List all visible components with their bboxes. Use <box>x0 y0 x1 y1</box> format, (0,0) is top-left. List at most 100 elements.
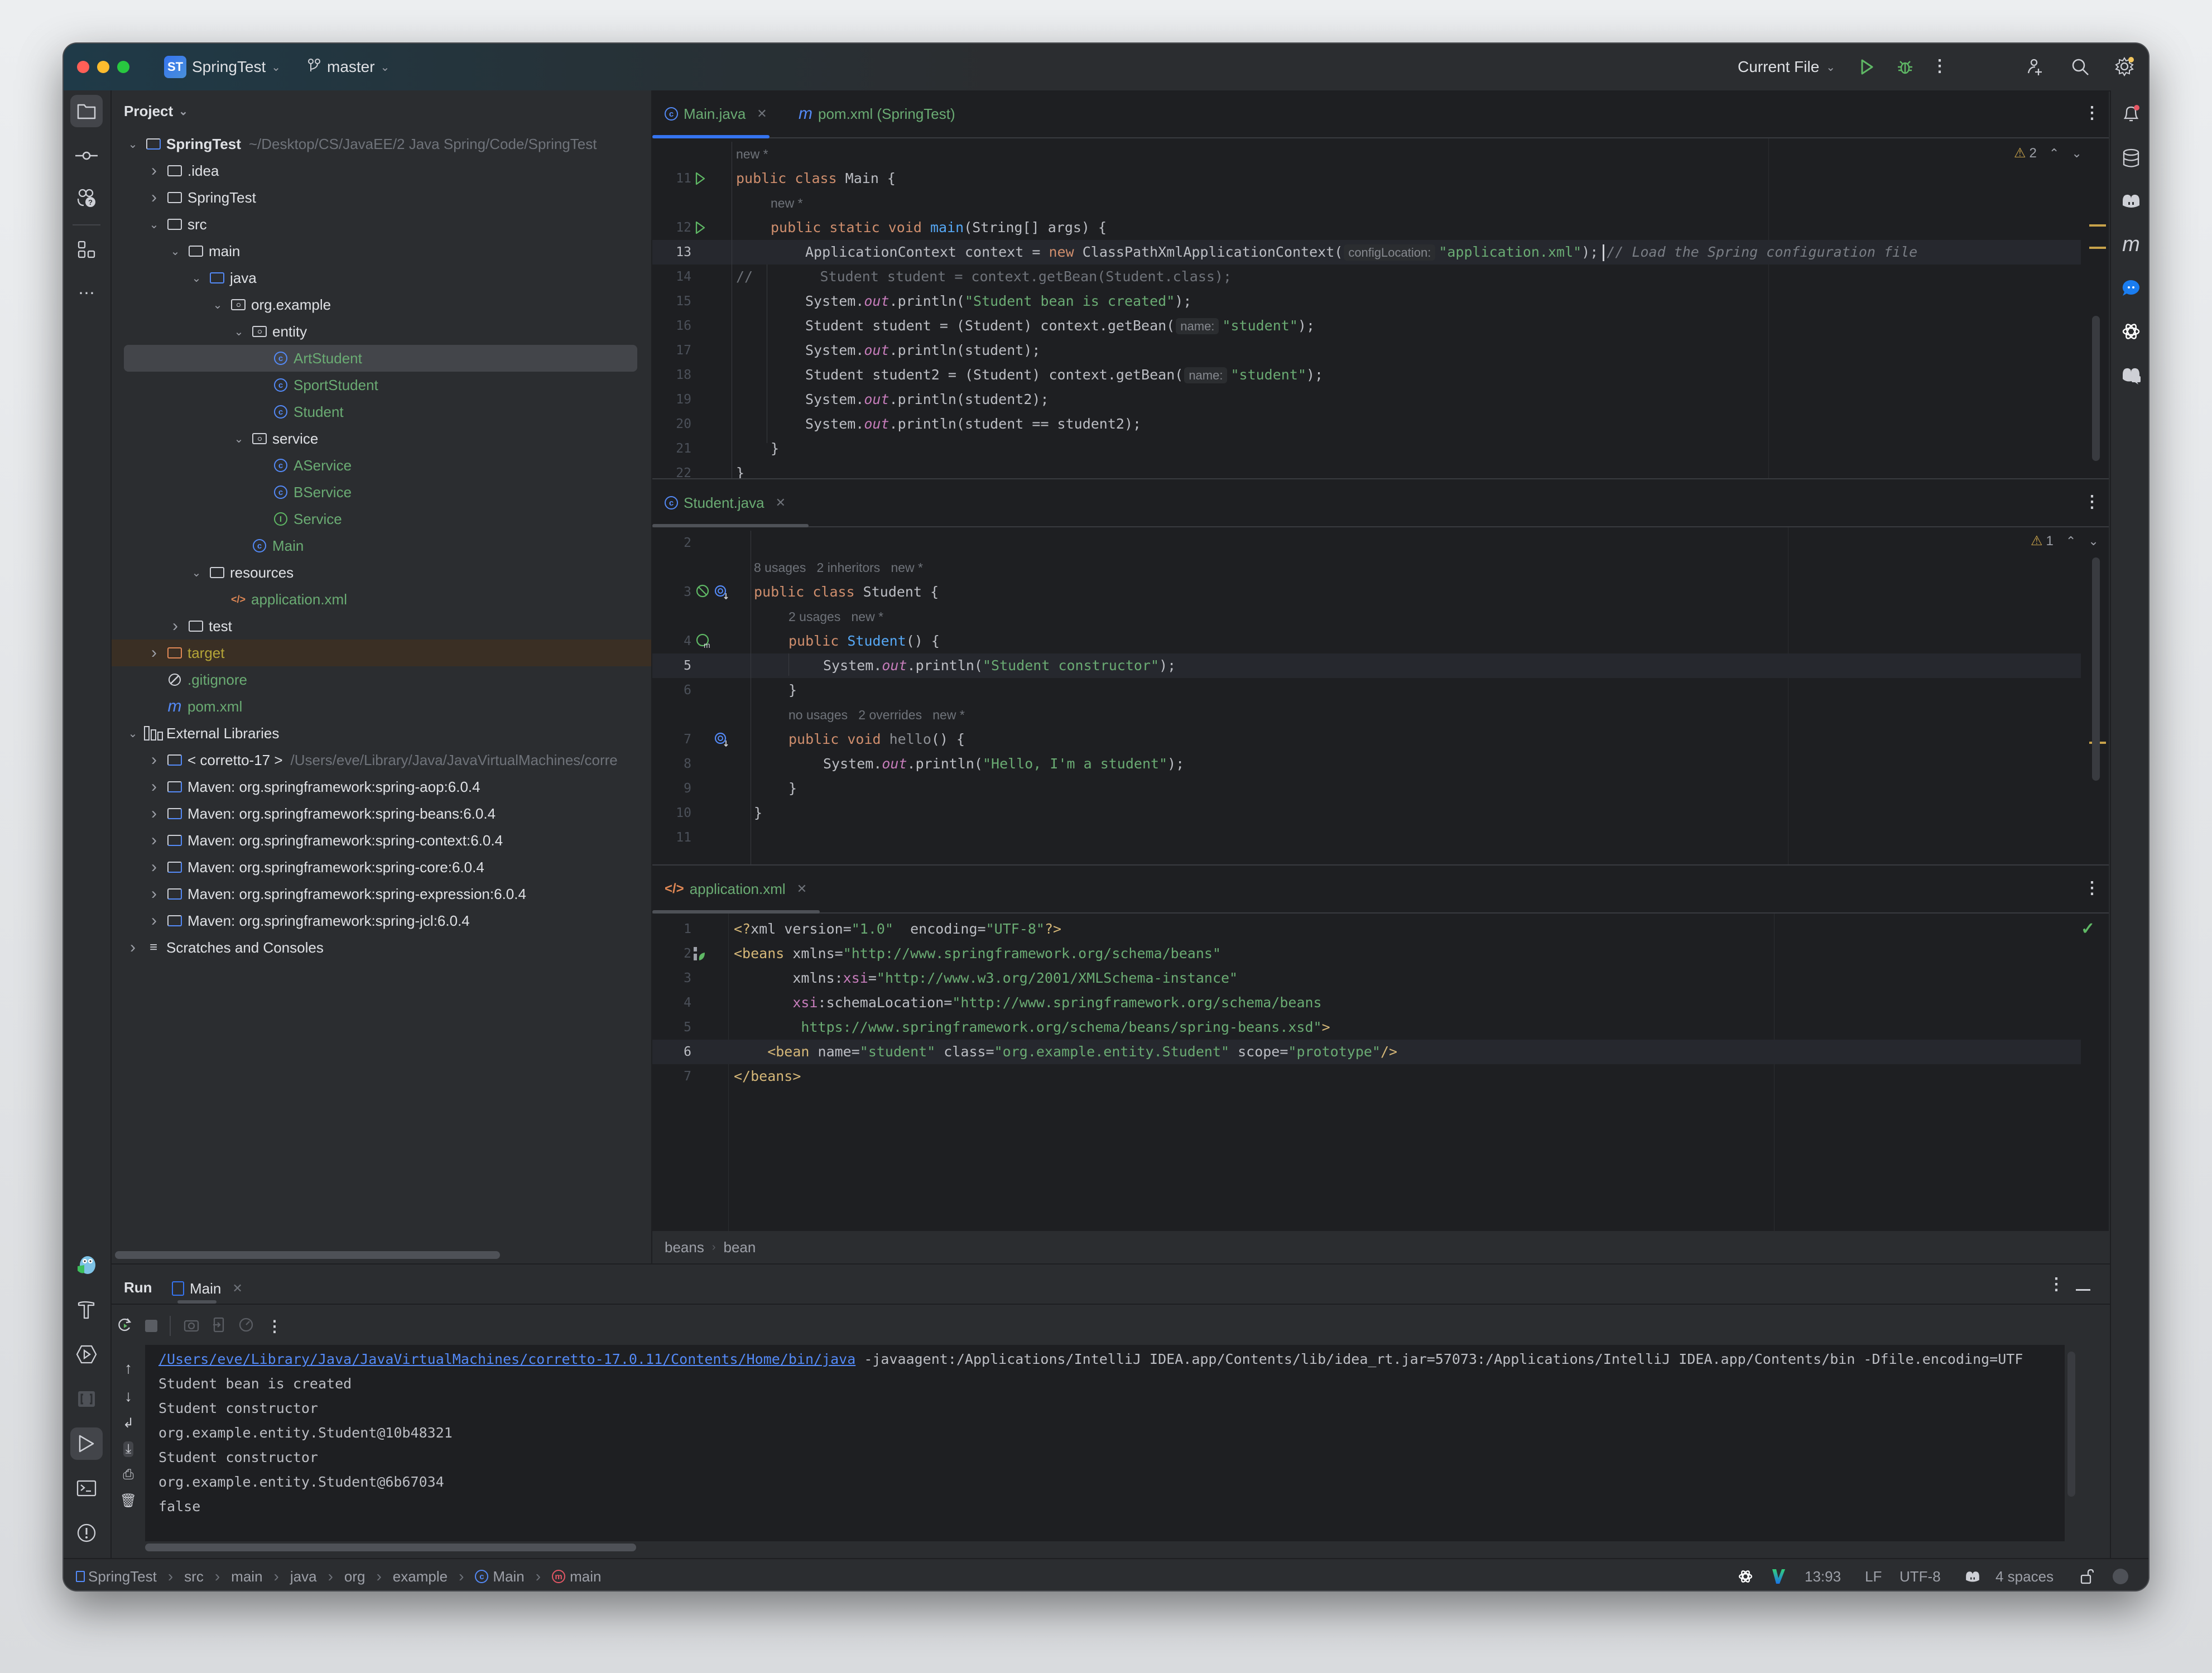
tree-item[interactable]: ⌄ resources <box>112 559 651 586</box>
tree-item[interactable]: c Main <box>112 532 651 559</box>
status-breadcrumb-item[interactable]: SpringTest <box>88 1568 157 1585</box>
run-tool-button[interactable] <box>70 1427 103 1460</box>
no-problems-check-icon[interactable]: ✓ <box>2081 919 2095 939</box>
tab-pom-xml[interactable]: m pom.xml (SpringTest) <box>799 90 955 137</box>
problems-tool-button[interactable] <box>70 1517 103 1549</box>
maximize-window-button[interactable] <box>117 61 129 73</box>
add-user-button[interactable] <box>2022 54 2049 80</box>
copilot-status-button[interactable] <box>1964 1559 1981 1590</box>
chevron-right-icon[interactable]: › <box>147 831 161 850</box>
editor-options-button[interactable]: ⋮ <box>2081 876 2103 900</box>
ai-help-tool-button[interactable]: ? <box>70 182 103 214</box>
close-tab-icon[interactable]: ✕ <box>797 882 807 896</box>
chevron-right-icon[interactable]: › <box>126 938 140 957</box>
code-line[interactable]: System.out.println(student2); <box>805 387 1049 412</box>
close-window-button[interactable] <box>77 61 89 73</box>
indent-setting[interactable]: 4 spaces <box>1995 1559 2054 1590</box>
scroll-to-end-icon[interactable]: ⤓ <box>123 1441 134 1457</box>
terminal-tool-button[interactable] <box>70 1472 103 1504</box>
tree-item[interactable]: ⌄ main <box>112 238 651 265</box>
settings-button[interactable] <box>2110 52 2138 80</box>
more-actions-button[interactable]: ⋮ <box>1927 54 1952 78</box>
tree-item[interactable]: › Maven: org.springframework:spring-expre… <box>112 881 651 907</box>
code-line[interactable]: // Student student = context.getBean(Stu… <box>736 265 1232 289</box>
minimize-window-button[interactable] <box>97 61 109 73</box>
vim-status-button[interactable] <box>1771 1559 1786 1590</box>
status-breadcrumb-item[interactable]: org <box>344 1568 366 1585</box>
line-separator[interactable]: LF <box>1865 1559 1882 1590</box>
more-actions-button[interactable]: ⋮ <box>267 1317 282 1335</box>
chevron-down-icon[interactable]: ⌄ <box>126 137 140 151</box>
tree-item[interactable]: ⌄ org.example <box>112 291 651 318</box>
tree-item[interactable]: m pom.xml <box>112 693 651 720</box>
chevron-right-icon[interactable]: › <box>147 804 161 823</box>
soft-wrap-icon[interactable]: ↲ <box>123 1415 134 1431</box>
tree-item[interactable]: c BService <box>112 479 651 506</box>
code-line[interactable]: } <box>788 776 797 801</box>
search-button[interactable] <box>2067 54 2094 80</box>
status-breadcrumb-item[interactable]: Main <box>493 1568 524 1585</box>
run-gutter-icon[interactable] <box>695 172 706 188</box>
chevron-right-icon[interactable]: › <box>147 884 161 903</box>
gutter-spring-icon[interactable] <box>693 946 706 962</box>
file-encoding[interactable]: UTF-8 <box>1900 1559 1941 1590</box>
code-line[interactable]: <?xml version="1.0" encoding="UTF-8"?> <box>734 917 1061 941</box>
database-button[interactable] <box>2117 144 2146 173</box>
run-panel-options-button[interactable]: ⋮ <box>2048 1275 2065 1294</box>
console-horizontal-scrollbar[interactable] <box>145 1544 636 1551</box>
breadcrumb-item[interactable]: bean <box>724 1239 756 1256</box>
chevron-right-icon[interactable]: › <box>147 777 161 796</box>
tree-item[interactable]: ⌄ SpringTest ~/Desktop/CS/JavaEE/2 Java Sp… <box>112 131 651 157</box>
copilot-button[interactable] <box>2117 186 2146 215</box>
tree-item[interactable]: › Maven: org.springframework:spring-beans… <box>112 800 651 827</box>
warning-marker[interactable] <box>2089 224 2106 227</box>
status-breadcrumb-item[interactable]: main <box>570 1568 601 1585</box>
status-breadcrumb-item[interactable]: main <box>231 1568 262 1585</box>
next-highlight-icon[interactable]: ⌄ <box>2088 534 2098 549</box>
run-config-selector[interactable]: Current File ⌄ <box>1738 44 1835 90</box>
tree-item[interactable]: ⌄ service <box>112 425 651 452</box>
code-vision-hint[interactable]: 2 usages new * <box>788 609 883 624</box>
profile-button[interactable] <box>238 1316 254 1336</box>
tree-item[interactable]: › Maven: org.springframework:spring-jcl:6… <box>112 907 651 934</box>
tree-item[interactable]: › Maven: org.springframework:spring-core:… <box>112 854 651 881</box>
chevron-right-icon[interactable]: › <box>169 617 182 636</box>
memory-indicator[interactable] <box>2113 1559 2128 1590</box>
tree-item[interactable]: › target <box>112 640 651 666</box>
code-line[interactable]: public void hello() { <box>788 727 965 752</box>
chatgpt-button[interactable] <box>2117 317 2146 346</box>
tree-item[interactable]: ⌄ entity <box>112 318 651 345</box>
tree-item[interactable]: › test <box>112 613 651 640</box>
chevron-right-icon[interactable]: › <box>147 751 161 770</box>
close-tab-icon[interactable]: ✕ <box>232 1281 242 1296</box>
chevron-down-icon[interactable]: ⌄ <box>232 325 246 339</box>
vertical-scrollbar[interactable] <box>2092 557 2100 781</box>
tree-item[interactable]: ⌄ External Libraries <box>112 720 651 747</box>
code-line[interactable]: <bean name="student" class="org.example.… <box>734 1040 1397 1064</box>
tree-item[interactable]: › < corretto-17 > /Users/eve/Library/Java/… <box>112 747 651 773</box>
code-vision-hint[interactable]: new * <box>771 196 803 210</box>
code-line[interactable]: </beans> <box>734 1064 801 1089</box>
console-vertical-scrollbar[interactable] <box>2067 1352 2075 1497</box>
print-icon[interactable]: ⎙ <box>123 1467 133 1483</box>
code-line[interactable]: https://www.springframework.org/schema/b… <box>734 1015 1330 1040</box>
chevron-right-icon[interactable]: › <box>147 911 161 930</box>
status-breadcrumb-item[interactable]: src <box>184 1568 204 1585</box>
chevron-down-icon[interactable]: ⌄ <box>169 244 182 258</box>
chevron-down-icon[interactable]: ⌄ <box>147 218 161 232</box>
tree-item[interactable]: ⌄ src <box>112 211 651 238</box>
run-tab-main[interactable]: Main ✕ <box>172 1275 243 1302</box>
code-line[interactable]: System.out.println("Hello, I'm a student… <box>823 752 1184 776</box>
readonly-toggle[interactable] <box>2080 1559 2094 1590</box>
run-gutter-icon[interactable] <box>695 221 706 237</box>
copilot-chat-button[interactable] <box>2117 360 2146 390</box>
scroll-down-icon[interactable]: ↓ <box>124 1387 132 1405</box>
tree-item[interactable]: c SportStudent <box>112 372 651 398</box>
vertical-scrollbar[interactable] <box>2092 316 2100 461</box>
tree-item[interactable]: I Service <box>112 506 651 532</box>
code-line[interactable]: System.out.println("Student constructor"… <box>823 653 1176 678</box>
previous-highlight-icon[interactable]: ⌃ <box>2066 534 2076 549</box>
previous-highlight-icon[interactable]: ⌃ <box>2049 146 2059 161</box>
editor-options-button[interactable]: ⋮ <box>2081 489 2103 514</box>
code-line[interactable]: } <box>788 678 797 703</box>
